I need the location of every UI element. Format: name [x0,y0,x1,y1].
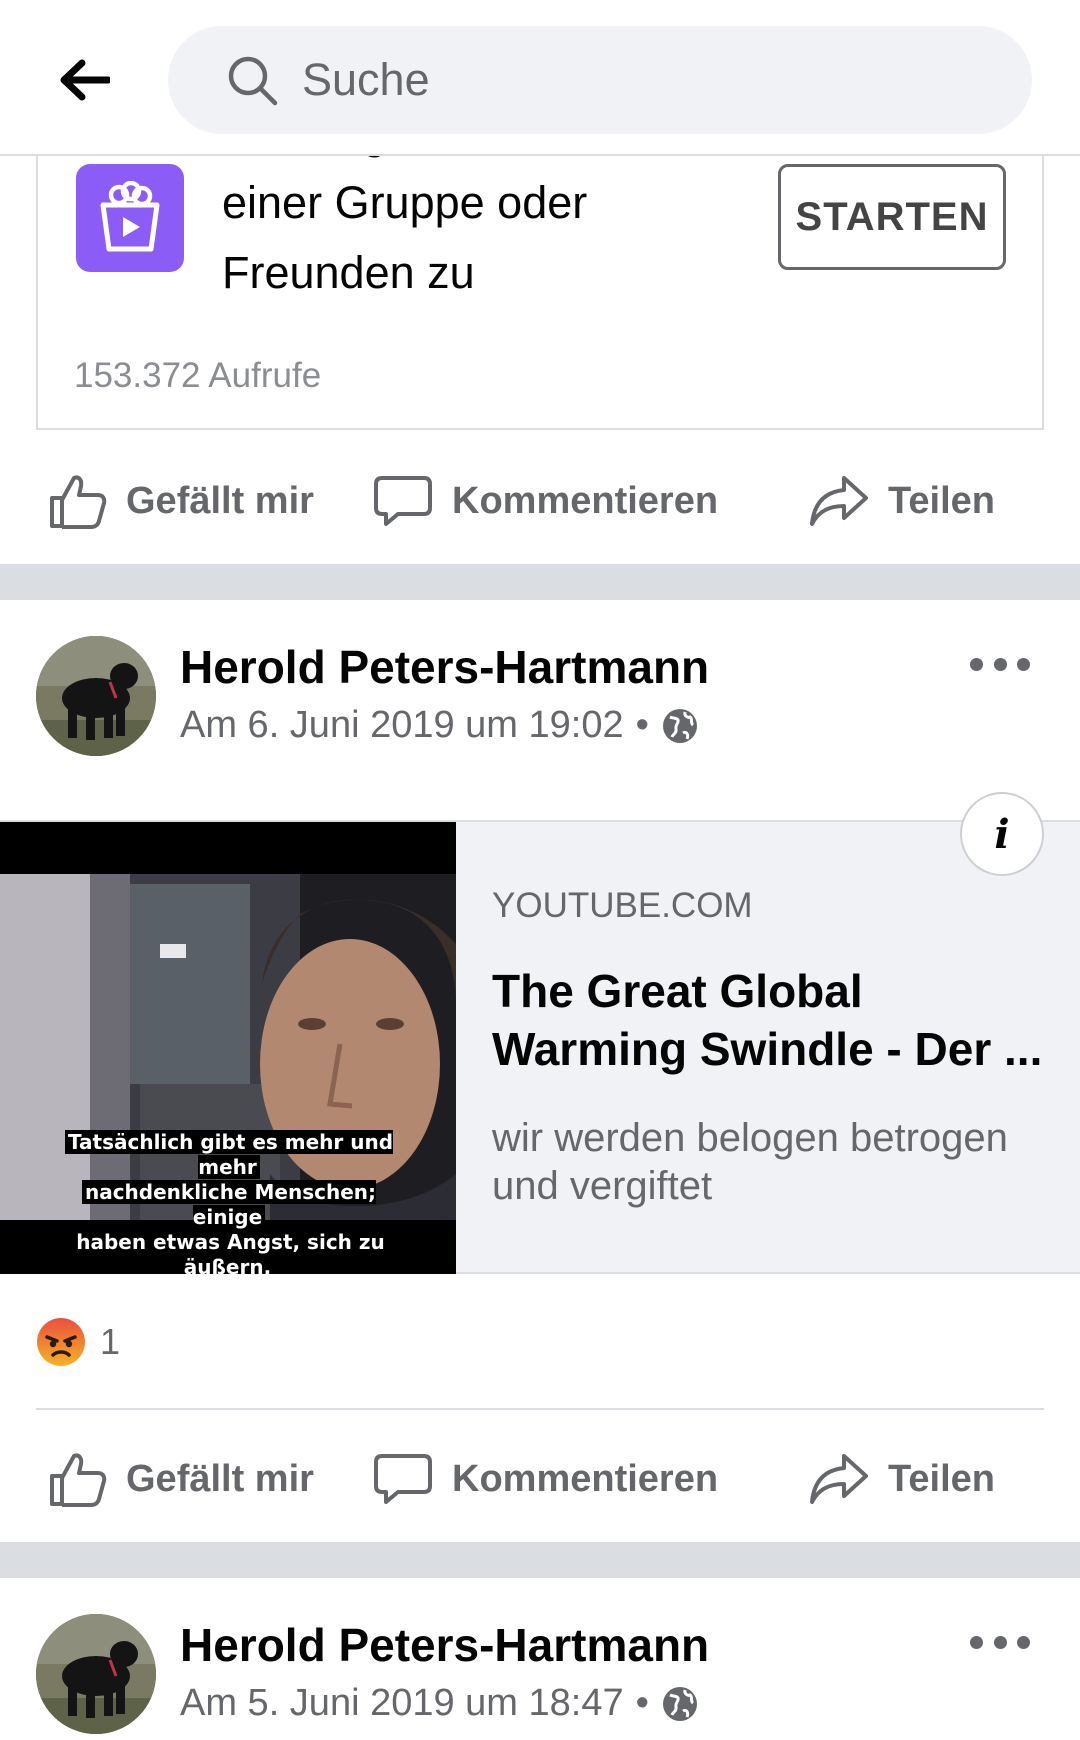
post-separator [0,564,1080,600]
caption-line: Tatsächlich gibt es mehr und mehr [64,1130,394,1179]
arrow-left-icon [60,59,110,101]
watch-together-text: Schau gemeinsam mit einer Gruppe oder Fr… [222,130,762,308]
angry-reaction-icon [37,1318,85,1366]
link-domain: YOUTUBE.COM [492,886,753,925]
video-thumbnail[interactable]: Tatsächlich gibt es mehr und mehr nachde… [0,822,456,1274]
like-button[interactable]: Gefällt mir [46,446,314,556]
post-meta: Am 6. Juni 2019 um 19:02 • [180,704,699,747]
author-name[interactable]: Herold Peters-Hartmann [180,640,709,694]
link-preview[interactable]: Tatsächlich gibt es mehr und mehr nachde… [0,792,1080,1274]
top-bar: Suche [0,0,1080,156]
like-label: Gefällt mir [126,1457,314,1500]
search-icon [228,56,278,106]
share-icon [810,476,868,526]
thumbnail-caption: Tatsächlich gibt es mehr und mehr nachde… [44,1130,414,1274]
globe-icon [662,1686,697,1721]
thumbs-up-icon [50,475,107,529]
info-icon[interactable]: i [960,792,1044,876]
share-label: Teilen [888,479,995,522]
comment-button[interactable]: Kommentieren [372,446,718,556]
meta-separator: • [635,704,649,746]
meta-separator: • [635,1682,649,1724]
comment-button[interactable]: Kommentieren [372,1424,718,1534]
comment-label: Kommentieren [452,479,719,522]
post-header: Herold Peters-Hartmann Am 6. Juni 2019 u… [0,636,1080,766]
author-name[interactable]: Herold Peters-Hartmann [180,1618,709,1672]
dot [970,1635,983,1649]
post-timestamp[interactable]: Am 6. Juni 2019 um 19:02 [180,704,624,747]
view-count: 153.372 Aufrufe [74,356,322,395]
comment-icon [374,476,432,526]
back-button[interactable] [52,52,116,108]
reaction-divider [36,1408,1044,1410]
comment-icon [374,1454,432,1504]
post-header: Herold Peters-Hartmann Am 5. Juni 2019 u… [0,1614,1080,1740]
watch-party-icon [76,164,184,272]
share-button[interactable]: Teilen [808,1424,995,1534]
post-actions: Gefällt mir Kommentieren Teilen [0,446,1080,556]
avatar[interactable] [36,1614,156,1734]
globe-icon [662,708,697,743]
avatar[interactable] [36,636,156,756]
like-label: Gefällt mir [126,479,314,522]
share-icon [810,1454,868,1504]
link-title[interactable]: The Great Global Warming Swindle - Der .… [492,962,1052,1078]
caption-line: nachdenkliche Menschen; einige [81,1180,377,1229]
reaction-count: 1 [100,1321,121,1362]
like-button[interactable]: Gefällt mir [46,1424,314,1534]
reaction-summary[interactable]: 1 [36,1316,120,1368]
share-label: Teilen [888,1457,995,1500]
watch-together-card: Schau gemeinsam mit einer Gruppe oder Fr… [36,130,1044,430]
dot [970,657,983,671]
watch-text-line: Freunden zu [222,247,475,298]
comment-label: Kommentieren [452,1457,719,1500]
dot [993,657,1007,671]
start-button[interactable]: STARTEN [778,164,1006,270]
share-button[interactable]: Teilen [808,446,995,556]
more-options-button[interactable] [970,644,1030,684]
caption-line: haben etwas Angst, sich zu äußern, [73,1230,385,1274]
dot [1017,657,1030,671]
post-meta: Am 5. Juni 2019 um 18:47 • [180,1682,699,1725]
thumbs-up-icon [50,1453,107,1507]
search-input[interactable]: Suche [168,26,1032,134]
search-placeholder: Suche [302,54,430,105]
post-actions: Gefällt mir Kommentieren Teilen [0,1424,1080,1534]
dot [993,1635,1007,1649]
post-timestamp[interactable]: Am 5. Juni 2019 um 18:47 [180,1682,624,1725]
watch-text-line: einer Gruppe oder [222,177,588,228]
link-description: wir werden belogen betrogen und vergifte… [492,1116,1008,1208]
post-separator [0,1542,1080,1578]
dot [1017,1635,1030,1649]
more-options-button[interactable] [970,1622,1030,1662]
